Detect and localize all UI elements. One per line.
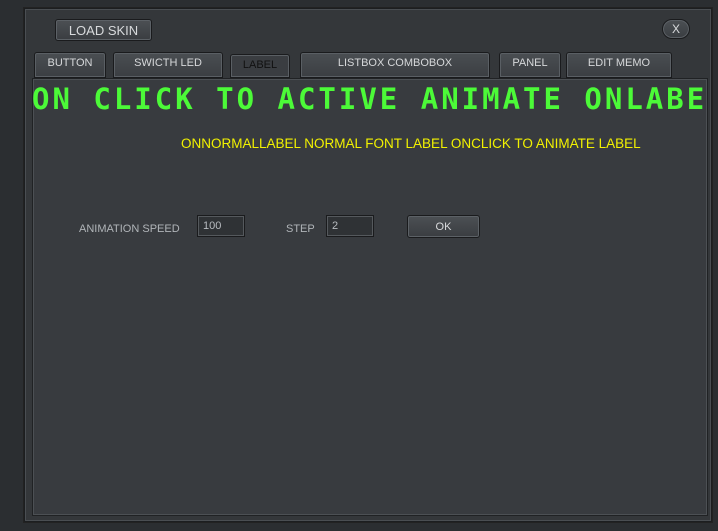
step-label: STEP bbox=[286, 223, 315, 235]
normal-label[interactable]: ONNORMALLABEL NORMAL FONT LABEL ONCLICK … bbox=[181, 136, 641, 151]
tab-label: EDIT MEMO bbox=[587, 57, 651, 69]
tab-label: BUTTON bbox=[47, 57, 93, 69]
close-button[interactable]: X bbox=[662, 19, 690, 39]
tab-label: LISTBOX COMBOBOX bbox=[337, 57, 453, 69]
tab-switch-led[interactable]: SWICTH LED bbox=[113, 52, 223, 78]
tab-label: PANEL bbox=[512, 57, 548, 69]
tab-label[interactable]: LABEL bbox=[230, 54, 290, 78]
tab-listbox-combobox[interactable]: LISTBOX COMBOBOX bbox=[300, 52, 490, 78]
tab-panel[interactable]: PANEL bbox=[499, 52, 561, 78]
tab-button[interactable]: BUTTON bbox=[34, 52, 106, 78]
tab-edit-memo[interactable]: EDIT MEMO bbox=[566, 52, 672, 78]
load-skin-button[interactable]: LOAD SKIN bbox=[55, 19, 152, 41]
ok-button[interactable]: OK bbox=[407, 215, 480, 238]
tab-label-text: LABEL bbox=[242, 59, 278, 71]
animation-speed-label: ANIMATION SPEED bbox=[79, 223, 180, 235]
tab-label: SWICTH LED bbox=[134, 57, 202, 69]
animation-speed-input[interactable]: 100 bbox=[197, 215, 245, 237]
animated-label[interactable]: ON CLICK TO ACTIVE ANIMATE ONLABEL bbox=[32, 82, 708, 116]
step-input[interactable]: 2 bbox=[326, 215, 374, 237]
